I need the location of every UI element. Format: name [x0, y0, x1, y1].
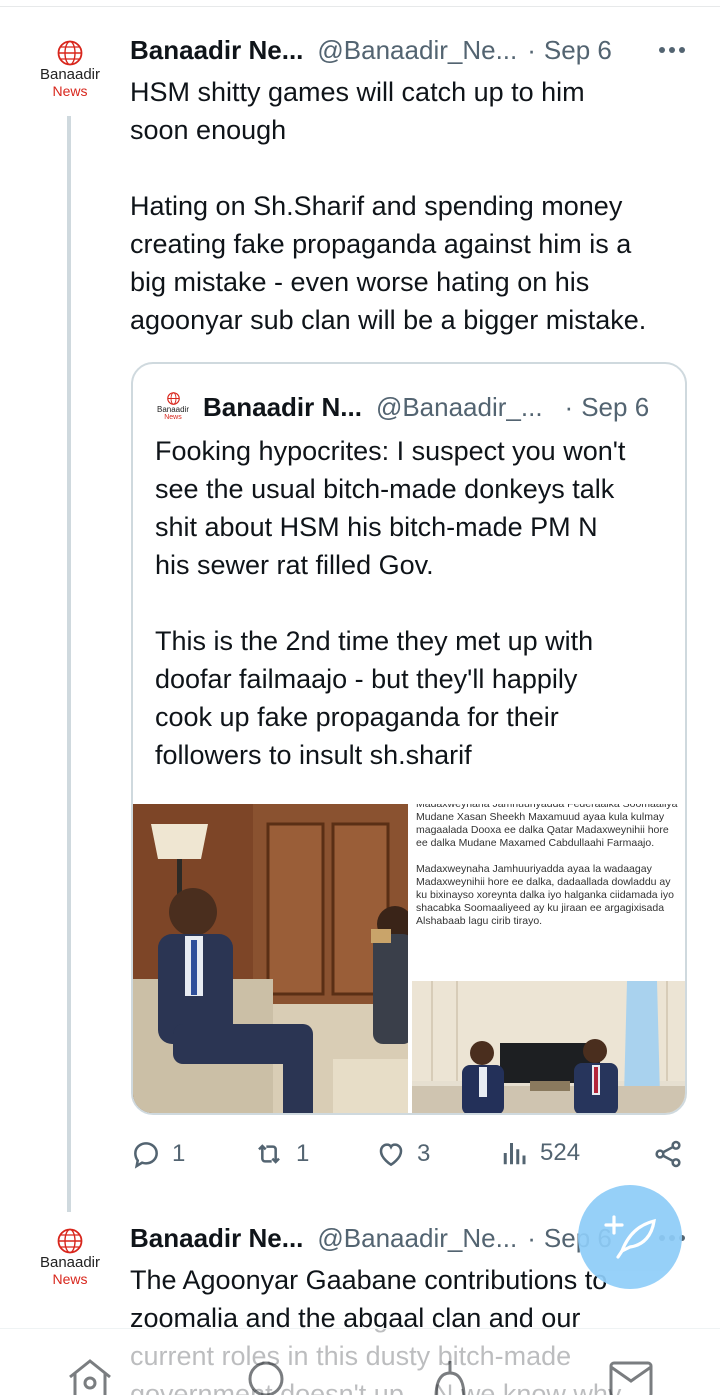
quote-date: Sep 6 — [581, 391, 650, 422]
quote-text: This is the 2nd time they met up with do… — [155, 626, 594, 770]
author-name[interactable]: Banaadir Ne... — [130, 1223, 303, 1254]
share-icon — [655, 1140, 681, 1168]
messages-icon[interactable] — [608, 1357, 654, 1395]
compose-feather-icon — [604, 1215, 656, 1259]
tweet-date[interactable]: Sep 6 — [544, 35, 612, 66]
notifications-icon[interactable] — [428, 1357, 472, 1395]
quote-header: Banaadir News Banaadir N... @Banaadir_..… — [155, 390, 663, 424]
photo-illustration — [133, 804, 408, 1113]
author-handle[interactable]: @Banaadir_Ne... — [317, 35, 517, 66]
media-photo-meeting-2[interactable] — [412, 981, 685, 1113]
tweet-text: HSM shitty games will catch up to him so… — [130, 77, 585, 145]
media-photo-meeting[interactable] — [133, 804, 408, 1113]
logo-name: Banaadir — [39, 1254, 101, 1271]
search-icon[interactable] — [246, 1357, 290, 1395]
repost-count: 1 — [296, 1140, 310, 1167]
separator-dot: · — [527, 34, 536, 65]
tweet-header: Banaadir Ne... @Banaadir_Ne... · Sep 6 — [130, 32, 690, 68]
views-icon — [503, 1143, 526, 1165]
compose-button[interactable] — [578, 1185, 682, 1289]
quote-author-name: Banaadir N... — [203, 391, 362, 422]
photo-illustration — [412, 981, 685, 1113]
media-text-image[interactable]: Madaxweynaha Jamhuuriyadda Federaalka So… — [412, 804, 685, 979]
separator-dot: · — [527, 1222, 536, 1253]
home-icon[interactable] — [66, 1357, 114, 1395]
quote-text: Fooking hypocrites: I suspect you won't … — [155, 436, 626, 580]
top-divider — [0, 6, 720, 7]
quoted-tweet[interactable]: Banaadir News Banaadir N... @Banaadir_..… — [131, 362, 687, 1115]
globe-logo-icon — [57, 40, 83, 66]
quote-avatar: Banaadir News — [155, 392, 191, 422]
view-count: 524 — [540, 1139, 581, 1166]
author-name[interactable]: Banaadir Ne... — [130, 35, 303, 66]
logo-sub: News — [52, 1271, 88, 1287]
thread-line — [67, 116, 71, 1212]
like-count: 3 — [417, 1140, 431, 1167]
more-options-icon[interactable] — [658, 46, 686, 54]
reply-count: 1 — [172, 1140, 186, 1167]
globe-logo-icon — [166, 392, 180, 405]
avatar[interactable]: Banaadir News — [30, 40, 110, 99]
separator-dot: · — [564, 391, 574, 422]
globe-logo-icon — [57, 1228, 83, 1254]
bottom-navigation — [0, 1328, 720, 1395]
logo-sub: News — [52, 83, 88, 99]
media-text: Madaxweynaha Jamhuuriyadda Federaalka So… — [416, 804, 678, 849]
avatar[interactable]: Banaadir News — [30, 1228, 110, 1287]
reply-icon — [134, 1142, 158, 1169]
media-text: Madaxweynaha Jamhuuriyadda ayaa la wadaa… — [416, 863, 674, 927]
views-button[interactable]: 524 — [500, 1138, 580, 1168]
repost-icon — [258, 1144, 280, 1164]
logo-name: Banaadir — [39, 66, 101, 83]
repost-button[interactable]: 1 — [252, 1138, 309, 1170]
logo-sub: News — [164, 414, 182, 421]
tweet-text: Hating on Sh.Sharif and spending money c… — [130, 191, 647, 335]
logo-name: Banaadir — [156, 405, 190, 414]
heart-icon — [379, 1143, 403, 1167]
author-handle[interactable]: @Banaadir_Ne... — [317, 1223, 517, 1254]
quote-author-handle: @Banaadir_... — [375, 391, 543, 422]
share-button[interactable] — [652, 1138, 684, 1170]
tweet-actions: 1 1 3 524 — [130, 1138, 690, 1178]
reply-button[interactable]: 1 — [130, 1138, 185, 1170]
like-button[interactable]: 3 — [375, 1138, 430, 1170]
